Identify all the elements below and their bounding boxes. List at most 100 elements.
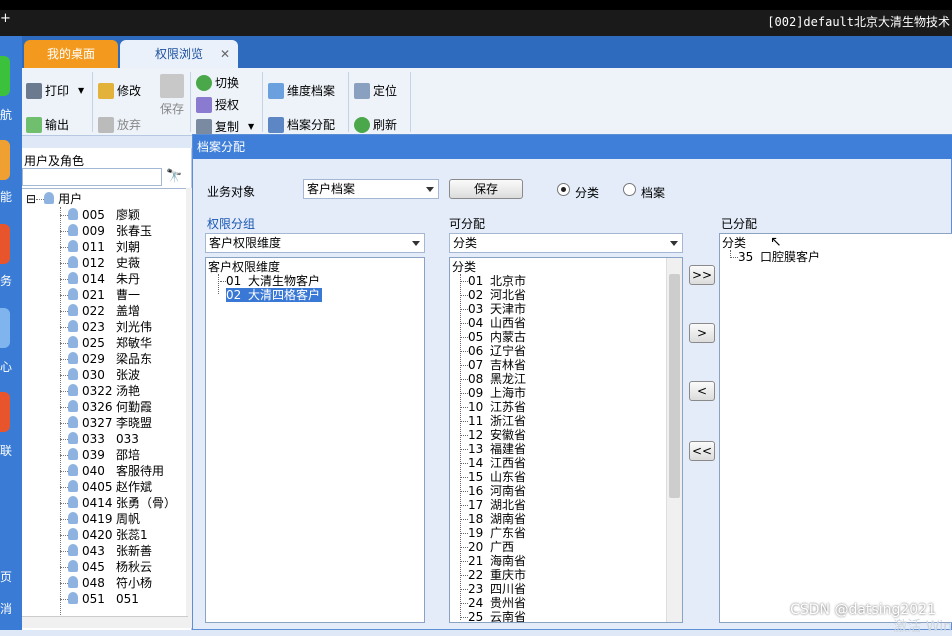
user-tree-item[interactable]: 0326 何勤霞 [60, 399, 152, 415]
user-tree-item[interactable]: 033 033 [60, 431, 139, 447]
nav-button-2[interactable] [0, 140, 10, 180]
user-tree-item[interactable]: 025 郑敏华 [60, 335, 152, 351]
user-tree-item[interactable]: 0414 张勇（骨） [60, 495, 176, 511]
user-tree-item[interactable]: 0405 赵作斌 [60, 479, 152, 495]
available-item[interactable]: 12 安徽省 [460, 428, 526, 442]
move-all-left-button[interactable]: << [689, 441, 715, 461]
available-select[interactable]: 分类 [449, 233, 683, 253]
tab-my-desktop[interactable]: 我的桌面 [24, 40, 118, 68]
user-tree-item[interactable]: 014 朱丹 [60, 271, 140, 287]
user-tree-item[interactable]: 0327 李晓盟 [60, 415, 152, 431]
available-item[interactable]: 15 山东省 [460, 470, 526, 484]
nav-label-2[interactable]: 能 [0, 188, 12, 205]
user-tree-item[interactable]: 045 杨秋云 [60, 559, 152, 575]
available-item[interactable]: 16 河南省 [460, 484, 526, 498]
available-item[interactable]: 18 湖南省 [460, 512, 526, 526]
nav-label-7[interactable]: 消 [0, 600, 12, 617]
move-left-button[interactable]: < [689, 381, 715, 401]
copy-button[interactable]: 复制 ▼ [196, 118, 254, 135]
perm-tree-root[interactable]: 客户权限维度 [208, 260, 280, 274]
locate-button[interactable]: 定位 [354, 82, 397, 99]
user-tree-horizontal-scrollbar[interactable] [22, 616, 188, 628]
nav-label-6[interactable]: 页 [0, 568, 12, 585]
available-item[interactable]: 08 黑龙江 [460, 372, 526, 386]
permission-group-select[interactable]: 客户权限维度 [205, 233, 425, 253]
user-tree-item[interactable]: 0419 周帆 [60, 511, 140, 527]
available-item[interactable]: 11 浙江省 [460, 414, 526, 428]
user-tree-item[interactable]: 005 廖颖 [60, 207, 140, 223]
close-icon[interactable]: ✕ [220, 40, 230, 68]
user-tree-item[interactable]: 0322 汤艳 [60, 383, 140, 399]
user-tree-item[interactable]: 048 符小杨 [60, 575, 152, 591]
nav-button-1[interactable] [0, 56, 10, 96]
save-toolbar-button[interactable]: 保存 [160, 74, 184, 117]
available-item[interactable]: 05 内蒙古 [460, 330, 526, 344]
scroll-thumb[interactable] [669, 274, 680, 498]
refresh-button[interactable]: 刷新 [354, 116, 397, 133]
user-tree-item[interactable]: 009 张春玉 [60, 223, 152, 239]
user-tree-item[interactable]: 0420 张蕊1 [60, 527, 148, 543]
available-item[interactable]: 06 辽宁省 [460, 344, 526, 358]
user-tree-item[interactable]: 040 客服待用 [60, 463, 164, 479]
available-item[interactable]: 14 江西省 [460, 456, 526, 470]
modify-button[interactable]: 修改 [98, 82, 141, 99]
move-all-right-button[interactable]: >> [689, 265, 715, 285]
available-item[interactable]: 07 吉林省 [460, 358, 526, 372]
user-tree-item[interactable]: 051 051 [60, 591, 139, 607]
available-root[interactable]: 分类 [452, 260, 476, 274]
business-object-select[interactable]: 客户档案 [303, 179, 439, 199]
available-item[interactable]: 21 海南省 [460, 554, 526, 568]
radio-archive[interactable] [623, 183, 636, 196]
export-button[interactable]: 输出 [26, 116, 69, 133]
available-item[interactable]: 03 天津市 [460, 302, 526, 316]
chevron-down-icon[interactable]: ▼ [248, 122, 254, 131]
available-item[interactable]: 17 湖北省 [460, 498, 526, 512]
available-item[interactable]: 02 河北省 [460, 288, 526, 302]
discard-button[interactable]: 放弃 [98, 116, 141, 133]
user-tree-item[interactable]: 012 史薇 [60, 255, 140, 271]
assigned-root[interactable]: 分类 [722, 236, 746, 250]
dimension-archive-button[interactable]: 维度档案 [268, 82, 335, 99]
user-tree-item[interactable]: 039 邵培 [60, 447, 140, 463]
user-tree-item[interactable]: 023 刘光伟 [60, 319, 152, 335]
radio-category-label[interactable]: 分类 [575, 184, 599, 201]
user-search-input[interactable] [22, 168, 162, 186]
user-tree-item[interactable]: 029 梁品东 [60, 351, 152, 367]
nav-button-3[interactable] [0, 224, 10, 264]
available-item[interactable]: 01 北京市 [460, 274, 526, 288]
tab-permission-browse[interactable]: 权限浏览 ✕ [120, 40, 238, 68]
tree-root[interactable]: ⊟ 用户 [26, 191, 82, 207]
switch-button[interactable]: 切换 [196, 74, 239, 91]
available-item[interactable]: 23 四川省 [460, 582, 526, 596]
available-item[interactable]: 25 云南省 [460, 610, 526, 622]
nav-label-4[interactable]: 心 [0, 358, 12, 375]
save-button[interactable]: 保存 [449, 179, 523, 199]
perm-tree-item-selected[interactable]: 02 大清四格客户 [224, 287, 324, 303]
chevron-down-icon[interactable]: ▼ [78, 86, 84, 95]
available-item[interactable]: 19 广东省 [460, 526, 526, 540]
user-tree-item[interactable]: 022 盖增 [60, 303, 140, 319]
perm-tree-item[interactable]: 01 大清生物客户 [220, 274, 320, 288]
user-tree-item[interactable]: 011 刘朝 [60, 239, 140, 255]
available-item[interactable]: 09 上海市 [460, 386, 526, 400]
nav-button-4[interactable] [0, 308, 10, 348]
nav-label-5[interactable]: 联 [0, 442, 12, 459]
nav-button-5[interactable] [0, 392, 10, 432]
user-tree-item[interactable]: 030 张波 [60, 367, 140, 383]
available-item[interactable]: 13 福建省 [460, 442, 526, 456]
plus-icon[interactable]: + [0, 11, 11, 26]
collapse-icon[interactable]: ⊟ [26, 192, 36, 206]
available-scrollbar[interactable] [666, 258, 682, 622]
authorize-button[interactable]: 授权 [196, 96, 239, 113]
binoculars-icon[interactable]: 🔭 [166, 169, 182, 184]
available-item[interactable]: 20 广西 [460, 540, 514, 554]
available-item[interactable]: 24 贵州省 [460, 596, 526, 610]
available-item[interactable]: 04 山西省 [460, 316, 526, 330]
assigned-item[interactable]: 35 口腔膜客户 [730, 250, 820, 264]
radio-archive-label[interactable]: 档案 [641, 184, 665, 201]
available-item[interactable]: 10 江苏省 [460, 400, 526, 414]
nav-label-3[interactable]: 务 [0, 272, 12, 289]
user-tree-item[interactable]: 021 曹一 [60, 287, 140, 303]
print-button[interactable]: 打印 ▼ [26, 82, 84, 99]
archive-assign-button[interactable]: 档案分配 [268, 116, 335, 133]
